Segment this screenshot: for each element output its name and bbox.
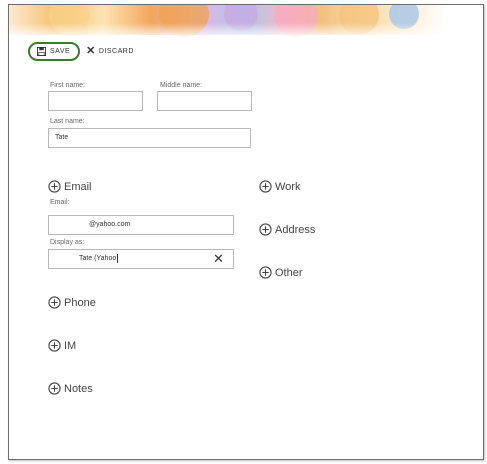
text-caret [117,253,119,263]
first-name-field[interactable] [48,91,143,111]
add-phone-button[interactable]: Phone [48,296,96,309]
toolbar: SAVE ✕ DISCARD [28,37,134,65]
add-email-button[interactable]: Email [48,180,92,193]
add-icon [48,382,61,395]
email-label: Email: [50,199,70,206]
add-icon [259,266,272,279]
display-as-value: Tate (Yahoo [79,255,117,262]
add-icon [259,180,272,193]
im-label: IM [64,339,77,352]
phone-label: Phone [64,296,96,309]
discard-icon: ✕ [86,44,96,57]
add-address-button[interactable]: Address [259,223,315,236]
last-name-label: Last name: [50,118,85,125]
add-icon [48,296,61,309]
add-icon [48,339,61,352]
save-button[interactable]: SAVE [28,41,81,61]
middle-name-field[interactable] [157,91,252,111]
middle-name-label: Middle name: [160,82,203,89]
add-work-button[interactable]: Work [259,180,300,193]
first-name-label: First name: [50,82,86,89]
display-as-field[interactable]: Tate (Yahoo [48,249,234,269]
last-name-field[interactable]: Tate [48,128,251,148]
clear-icon[interactable]: ✕ [213,252,224,265]
address-label: Address [275,223,316,236]
add-icon [259,223,272,236]
notes-label: Notes [64,382,93,395]
save-icon [37,46,46,56]
email-field[interactable]: @yahoo.com [48,215,234,235]
add-icon [48,180,61,193]
add-notes-button[interactable]: Notes [48,382,93,395]
work-label: Work [275,180,301,193]
discard-label: DISCARD [98,47,134,55]
save-label: SAVE [50,47,71,55]
other-label: Other [275,266,303,279]
add-other-button[interactable]: Other [259,266,303,279]
display-as-label: Display as: [50,239,85,246]
email-section-label: Email [64,180,92,193]
add-im-button[interactable]: IM [48,339,76,352]
discard-button[interactable]: ✕ DISCARD [86,44,134,57]
